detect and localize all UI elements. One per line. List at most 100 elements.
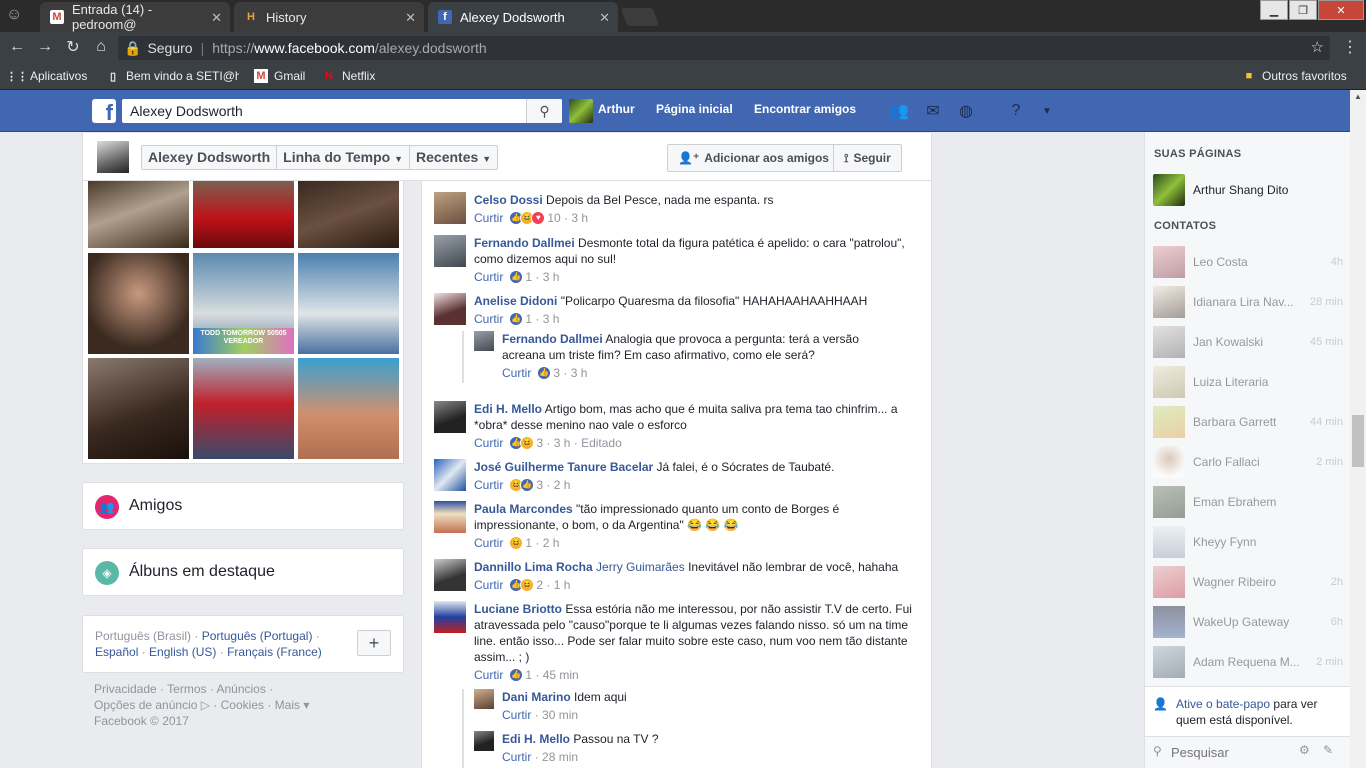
commenter-name[interactable]: Paula Marcondes bbox=[474, 502, 573, 516]
facebook-logo[interactable]: f bbox=[92, 99, 116, 123]
commenter-name[interactable]: Dani Marino bbox=[502, 690, 571, 704]
bookmark-apps[interactable]: ⋮⋮ Aplicativos bbox=[6, 67, 87, 85]
albums-card[interactable]: ◈ Álbuns em destaque bbox=[82, 548, 404, 596]
bookmark-gmail[interactable]: M Gmail bbox=[254, 67, 305, 85]
contact-item[interactable]: Carlo Fallaci 2 min bbox=[1153, 446, 1343, 478]
tab-gmail[interactable]: M Entrada (14) - pedroom@ ✕ bbox=[40, 2, 230, 32]
search-icon[interactable]: ⚲ bbox=[526, 99, 562, 123]
reactions[interactable]: 👍 😆 bbox=[509, 578, 535, 592]
timeline-dropdown[interactable]: Linha do Tempo ▼ bbox=[277, 146, 411, 169]
tagged-user-link[interactable]: Jerry Guimarães bbox=[596, 560, 685, 574]
like-link[interactable]: Curtir bbox=[474, 269, 503, 285]
add-friend-button[interactable]: 👤⁺ Adicionar aos amigos bbox=[667, 144, 840, 172]
tab-facebook[interactable]: f Alexey Dodsworth ✕ bbox=[428, 2, 618, 32]
commenter-name[interactable]: José Guilherme Tanure Bacelar bbox=[474, 460, 653, 474]
facebook-search-input[interactable] bbox=[122, 99, 562, 123]
commenter-name[interactable]: Anelise Didoni bbox=[474, 294, 557, 308]
reactions[interactable]: 😆 bbox=[509, 536, 524, 550]
maximize-button[interactable]: ❐ bbox=[1289, 0, 1317, 20]
commenter-avatar[interactable] bbox=[434, 601, 466, 633]
reactions[interactable]: 😆 👍 bbox=[509, 478, 535, 492]
language-link[interactable]: Português (Portugal) bbox=[202, 629, 313, 643]
footer-links[interactable]: Opções de anúncio ▷ · Cookies · Mais ▾ bbox=[94, 697, 394, 713]
like-link[interactable]: Curtir bbox=[474, 311, 503, 327]
language-link[interactable]: Español bbox=[95, 645, 138, 659]
commenter-name[interactable]: Edi H. Mello bbox=[502, 732, 570, 746]
home-link[interactable]: Página inicial bbox=[656, 102, 733, 116]
commenter-name[interactable]: Edi H. Mello bbox=[474, 402, 542, 416]
user-profile-link[interactable]: Arthur bbox=[598, 102, 635, 116]
commenter-avatar[interactable] bbox=[434, 235, 466, 267]
commenter-avatar[interactable] bbox=[434, 559, 466, 591]
commenter-name[interactable]: Luciane Briotto bbox=[474, 602, 562, 616]
scroll-up-icon[interactable]: ▲ bbox=[1350, 92, 1366, 104]
forward-arrow-icon[interactable]: → bbox=[34, 36, 56, 58]
bookmark-seti[interactable]: ▯ Bem vindo a SETI@ho bbox=[106, 67, 239, 85]
contact-item[interactable]: Luiza Literaria bbox=[1153, 366, 1343, 398]
timestamp[interactable]: 3 h bbox=[543, 269, 560, 285]
tab-history[interactable]: H History ✕ bbox=[234, 2, 424, 32]
activate-chat-link[interactable]: Ative o bate-papo bbox=[1176, 697, 1270, 711]
like-link[interactable]: Curtir bbox=[474, 477, 503, 493]
language-link[interactable]: English (US) bbox=[149, 645, 216, 659]
timestamp[interactable]: 30 min bbox=[542, 707, 578, 723]
follow-button[interactable]: ⟟ Seguir bbox=[833, 144, 902, 172]
commenter-avatar[interactable] bbox=[434, 459, 466, 491]
timestamp[interactable]: 3 h bbox=[543, 311, 560, 327]
photo-thumbnail[interactable]: TODD TOMORROW 50505 VEREADOR bbox=[193, 253, 294, 354]
profile-name-link[interactable]: Alexey Dodsworth bbox=[142, 146, 278, 169]
bookmark-netflix[interactable]: N Netflix bbox=[322, 67, 375, 85]
gear-icon[interactable]: ⚙ bbox=[1299, 743, 1310, 757]
edited-label[interactable]: Editado bbox=[581, 435, 622, 451]
notifications-globe-icon[interactable]: ◍ bbox=[955, 101, 977, 121]
timestamp[interactable]: 3 h bbox=[571, 365, 588, 381]
footer-links[interactable]: Privacidade · Termos · Anúncios · bbox=[94, 681, 394, 697]
like-link[interactable]: Curtir bbox=[502, 749, 531, 765]
language-link[interactable]: Français (France) bbox=[227, 645, 322, 659]
commenter-name[interactable]: Celso Dossi bbox=[474, 193, 543, 207]
menu-kebab-icon[interactable]: ⋮ bbox=[1342, 37, 1358, 57]
photo-thumbnail[interactable] bbox=[193, 358, 294, 459]
back-arrow-icon[interactable]: ← bbox=[6, 36, 28, 58]
commenter-avatar[interactable] bbox=[434, 401, 466, 433]
timestamp[interactable]: 1 h bbox=[554, 577, 571, 593]
photo-thumbnail[interactable] bbox=[193, 181, 294, 248]
contact-item[interactable]: Idianara Lira Nav... 28 min bbox=[1153, 286, 1343, 318]
close-tab-icon[interactable]: ✕ bbox=[599, 10, 610, 26]
reactions[interactable]: 👍 bbox=[509, 270, 524, 284]
contact-item[interactable]: Adam Requena M... 2 min bbox=[1153, 646, 1343, 678]
contact-item[interactable]: Wagner Ribeiro 2h bbox=[1153, 566, 1343, 598]
timestamp[interactable]: 2 h bbox=[543, 535, 560, 551]
like-link[interactable]: Curtir bbox=[474, 210, 503, 226]
like-link[interactable]: Curtir bbox=[474, 667, 503, 683]
photo-thumbnail[interactable] bbox=[88, 181, 189, 248]
timestamp[interactable]: 3 h bbox=[554, 435, 571, 451]
chat-search-input[interactable] bbox=[1171, 743, 1291, 761]
contact-item[interactable]: WakeUp Gateway 6h bbox=[1153, 606, 1343, 638]
like-link[interactable]: Curtir bbox=[502, 707, 531, 723]
close-tab-icon[interactable]: ✕ bbox=[405, 10, 416, 26]
bookmark-other[interactable]: ■ Outros favoritos bbox=[1242, 67, 1347, 85]
contact-item[interactable]: Jan Kowalski 45 min bbox=[1153, 326, 1343, 358]
commenter-name[interactable]: Dannillo Lima Rocha bbox=[474, 560, 593, 574]
contact-item[interactable]: Eman Ebrahem bbox=[1153, 486, 1343, 518]
contact-item[interactable]: Kheyy Fynn bbox=[1153, 526, 1343, 558]
recent-dropdown[interactable]: Recentes ▼ bbox=[410, 146, 497, 169]
sidebar-page-item[interactable]: Arthur Shang Dito bbox=[1153, 174, 1343, 206]
timestamp[interactable]: 3 h bbox=[571, 210, 588, 226]
reactions[interactable]: 👍 bbox=[509, 668, 524, 682]
reload-icon[interactable]: ↻ bbox=[62, 36, 84, 58]
timestamp[interactable]: 2 h bbox=[554, 477, 571, 493]
profile-avatar[interactable] bbox=[97, 141, 129, 173]
find-friends-link[interactable]: Encontrar amigos bbox=[754, 102, 856, 116]
compose-icon[interactable]: ✎ bbox=[1323, 743, 1333, 757]
commenter-name[interactable]: Fernando Dallmei bbox=[474, 236, 575, 250]
commenter-name[interactable]: Fernando Dallmei bbox=[502, 332, 603, 346]
timestamp[interactable]: 28 min bbox=[542, 749, 578, 765]
bookmark-star-icon[interactable]: ☆ bbox=[1311, 38, 1324, 56]
messenger-icon[interactable]: ✉ bbox=[922, 101, 944, 121]
reactions[interactable]: 👍 😆 bbox=[509, 436, 535, 450]
commenter-avatar[interactable] bbox=[434, 192, 466, 224]
reactions[interactable]: 👍 bbox=[537, 366, 552, 380]
close-window-button[interactable]: ✕ bbox=[1318, 0, 1364, 20]
